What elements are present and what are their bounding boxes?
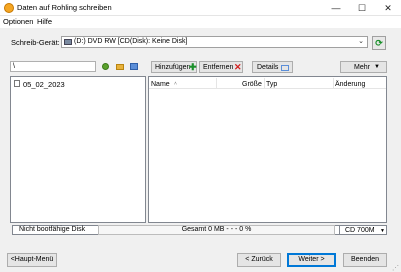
menu-bar	[0, 16, 401, 28]
up-folder-icon[interactable]	[102, 63, 109, 70]
sort-caret-icon: ˄	[174, 81, 177, 87]
plus-icon: ✚	[189, 62, 197, 72]
recorder-select[interactable]: (D:) DVD RW [CD(Disk): Keine Disk] ⌄	[61, 36, 368, 48]
close-button[interactable]: ✕	[375, 0, 401, 16]
app-icon	[4, 3, 14, 13]
x-icon: ✕	[234, 62, 242, 72]
details-label: Details	[257, 64, 279, 71]
remove-button[interactable]: Entfernen ✕	[199, 61, 243, 73]
more-label: Mehr	[354, 64, 370, 71]
recorder-label: Schreib-Gerät:	[11, 38, 60, 47]
add-label: Hinzufügen	[155, 64, 191, 71]
recorder-value: (D:) DVD RW [CD(Disk): Keine Disk]	[74, 38, 188, 45]
minimize-button[interactable]: —	[323, 0, 349, 16]
column-divider	[264, 78, 265, 88]
caret-down-icon: ▼	[380, 228, 385, 234]
more-button[interactable]: Mehr ▼	[340, 61, 387, 73]
refresh-button[interactable]: ⟳	[372, 36, 386, 50]
media-select[interactable]: CD 700M ▼	[339, 225, 387, 235]
column-type[interactable]: Typ	[266, 81, 277, 88]
new-folder-icon[interactable]	[116, 64, 124, 70]
file-list[interactable]	[148, 76, 387, 223]
tree-item[interactable]: 05_02_2023	[23, 80, 65, 89]
column-divider	[216, 78, 217, 88]
resize-grip-icon[interactable]: ⋰	[392, 264, 399, 272]
file-icon	[14, 80, 20, 87]
menu-options[interactable]: Optionen	[3, 17, 33, 26]
add-button[interactable]: Hinzufügen ✚	[151, 61, 197, 73]
details-icon	[281, 65, 289, 71]
menu-help[interactable]: Hilfe	[37, 17, 52, 26]
main-menu-button[interactable]: <Haupt-Menü	[7, 253, 57, 267]
column-divider	[333, 78, 334, 88]
column-changed[interactable]: Änderung	[335, 81, 365, 88]
column-size[interactable]: Größe	[242, 81, 262, 88]
media-value: CD 700M	[345, 227, 375, 234]
details-button[interactable]: Details	[252, 61, 293, 73]
window-title: Daten auf Rohling schreiben	[17, 3, 112, 12]
refresh-icon: ⟳	[375, 38, 383, 48]
remove-label: Entfernen	[203, 64, 234, 71]
path-field[interactable]: \	[10, 61, 96, 72]
folder-tree[interactable]: 05_02_2023	[10, 76, 146, 223]
caret-down-icon: ▼	[374, 64, 380, 70]
total-label: Gesamt 0 MB - - - 0 %	[181, 226, 252, 233]
column-name[interactable]: Name	[151, 81, 170, 88]
path-value: \	[13, 63, 15, 70]
quit-button[interactable]: Beenden	[343, 253, 387, 267]
boot-status: Nicht bootfähige Disk	[19, 226, 86, 233]
maximize-button[interactable]: ☐	[349, 0, 375, 16]
next-button[interactable]: Weiter >	[287, 253, 336, 267]
view-icon[interactable]	[130, 63, 138, 70]
drive-icon	[64, 39, 72, 45]
back-button[interactable]: < Zurück	[237, 253, 281, 267]
chevron-down-icon: ⌄	[358, 38, 364, 45]
